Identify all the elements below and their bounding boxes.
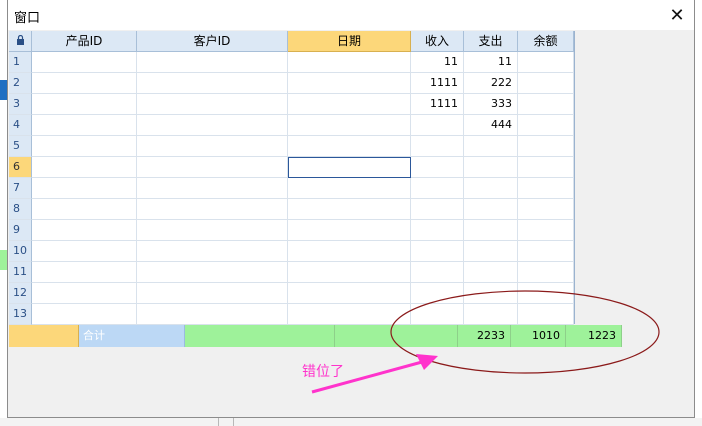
annotation-overlay	[311, 290, 660, 394]
annotation-text: 错位了	[302, 364, 344, 380]
